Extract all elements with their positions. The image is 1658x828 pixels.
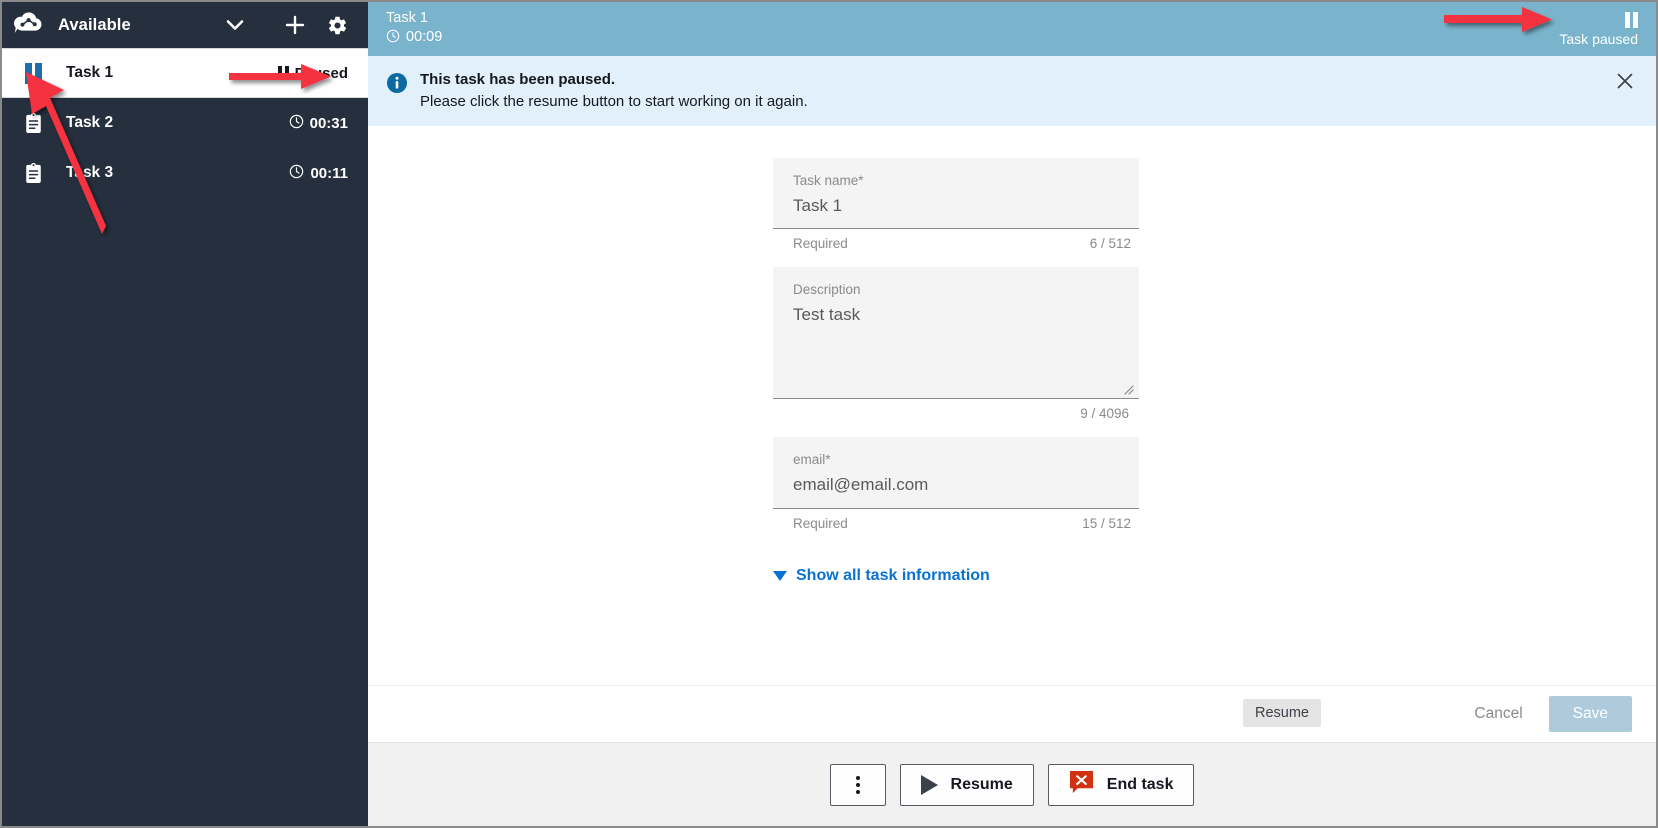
form-save-bar: Cancel Save: [368, 685, 1656, 742]
field-help: Required 6 / 512: [773, 229, 1139, 251]
task-header-left: Task 1 00:09: [386, 9, 442, 48]
clock-icon: [289, 164, 304, 183]
task-timer: 00:31: [289, 114, 348, 133]
cloud-graph-logo-icon: [12, 10, 46, 40]
chevron-down-icon[interactable]: [218, 8, 252, 42]
field-label: Description: [793, 282, 861, 298]
cancel-button[interactable]: Cancel: [1470, 699, 1526, 729]
clock-icon: [386, 29, 400, 48]
task-name-input[interactable]: Task name* Task 1: [773, 157, 1139, 230]
task-header-bar: Task 1 00:09 Task paused: [368, 2, 1656, 56]
availability-status-label: Available: [58, 15, 131, 34]
field-value: Test task: [793, 305, 861, 325]
task-header-title: Task 1: [386, 9, 428, 26]
task-list: Task 1 Paused Task 2 00:31 Task 3 00:11: [2, 48, 368, 198]
task-timer-label: 00:31: [309, 114, 348, 132]
resume-label: Resume: [950, 775, 1013, 793]
application-window: Available Task 1 Paused Task 2 00:31 Tas…: [0, 0, 1658, 828]
save-button[interactable]: Save: [1548, 696, 1632, 732]
field-char-count: 6 / 512: [1089, 236, 1131, 252]
email-field[interactable]: email* email@email.com: [773, 437, 1139, 509]
end-task-icon: [1069, 770, 1094, 800]
clipboard-icon: [20, 163, 46, 183]
task-status: Paused: [277, 64, 348, 82]
pause-icon: [1625, 11, 1638, 28]
field-char-count: 15 / 512: [1082, 515, 1131, 531]
task-name-label: Task 3: [66, 164, 114, 181]
clock-icon: [289, 114, 304, 133]
pause-icon: [20, 62, 46, 84]
banner-title: This task has been paused.: [420, 71, 616, 88]
play-icon: [920, 774, 938, 795]
field-value: Task 1: [793, 195, 843, 215]
main-panel: Task 1 00:09 Task paused This task has b…: [368, 2, 1656, 826]
sidebar-header: Available: [2, 2, 368, 48]
close-icon[interactable]: [1610, 69, 1640, 91]
task-header-timer-label: 00:09: [406, 29, 443, 45]
show-all-label: Show all task information: [796, 566, 990, 584]
field-email: email* email@email.com Required 15 / 512: [773, 437, 1139, 531]
paused-info-banner: This task has been paused. Please click …: [368, 56, 1656, 126]
field-label: email*: [793, 452, 831, 468]
info-icon: [386, 69, 412, 99]
task-timer-label: 00:11: [310, 164, 348, 182]
field-help-left: Required: [793, 515, 848, 531]
task-header-status-label: Task paused: [1559, 30, 1638, 47]
resume-tooltip: Resume: [1243, 699, 1321, 727]
field-value: email@email.com: [793, 475, 929, 495]
description-textarea[interactable]: Description Test task: [773, 267, 1139, 400]
end-task-button[interactable]: End task: [1047, 763, 1195, 806]
task-form: Task name* Task 1 Required 6 / 512 Descr…: [368, 125, 1656, 685]
end-task-label: End task: [1106, 775, 1174, 793]
field-char-count: 9 / 4096: [1080, 406, 1129, 422]
show-all-task-information-link[interactable]: Show all task information: [773, 567, 990, 585]
add-task-button[interactable]: [278, 8, 312, 42]
field-description: Description Test task 9 / 4096: [773, 267, 1139, 421]
banner-subtitle: Please click the resume button to start …: [420, 92, 808, 110]
task-list-item-task-2[interactable]: Task 2 00:31: [2, 98, 368, 148]
kebab-menu-icon: [855, 775, 860, 794]
more-actions-button[interactable]: [829, 763, 886, 806]
field-help-left: Required: [793, 236, 848, 252]
task-list-item-task-3[interactable]: Task 3 00:11: [2, 148, 368, 198]
task-status-label: Paused: [294, 64, 348, 82]
gear-icon[interactable]: [320, 8, 354, 42]
task-name-label: Task 2: [66, 114, 114, 131]
resize-handle-icon[interactable]: [1122, 382, 1134, 395]
field-task-name: Task name* Task 1 Required 6 / 512: [773, 157, 1139, 251]
triangle-down-icon: [773, 570, 787, 581]
field-help: 9 / 4096: [773, 399, 1139, 421]
task-header-timer: 00:09: [386, 29, 442, 48]
clipboard-icon: [20, 113, 46, 133]
task-list-item-task-1[interactable]: Task 1 Paused: [2, 48, 368, 98]
sidebar: Available Task 1 Paused Task 2 00:31 Tas…: [2, 2, 368, 826]
field-help: Required 15 / 512: [773, 509, 1139, 531]
field-label: Task name*: [793, 172, 864, 188]
resume-button[interactable]: Resume: [899, 763, 1034, 806]
pause-icon-small: [277, 66, 289, 80]
task-header-right: Task paused: [1559, 11, 1638, 47]
banner-text: This task has been paused. Please click …: [412, 69, 1610, 113]
task-name-label: Task 1: [66, 64, 114, 81]
task-timer: 00:11: [289, 164, 348, 183]
task-action-bar: Resume Resume End task: [368, 699, 1656, 826]
